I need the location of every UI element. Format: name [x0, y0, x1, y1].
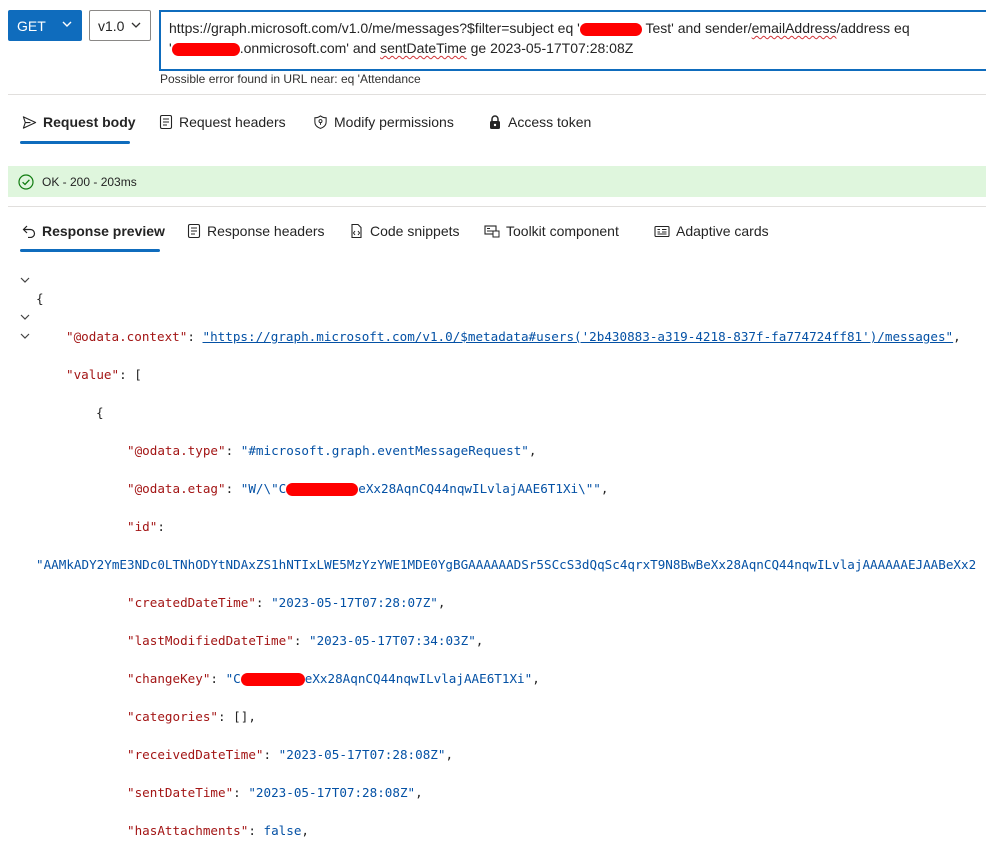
lock-icon [490, 115, 500, 129]
odata-context-link[interactable]: "https://graph.microsoft.com/v1.0/$metad… [203, 329, 954, 344]
redaction-mark [240, 673, 305, 686]
request-tabs: Request body Request headers Modify perm… [22, 107, 598, 137]
active-tab-indicator [20, 249, 160, 252]
tab-access-token[interactable]: Access token [488, 107, 598, 137]
url-line-1: https://graph.microsoft.com/v1.0/me/mess… [169, 20, 910, 36]
json-line: "lastModifiedDateTime": "2023-05-17T07:3… [127, 633, 484, 648]
document-icon [187, 223, 201, 239]
url-error-message: Possible error found in URL near: eq 'At… [160, 72, 421, 86]
redaction-mark [171, 42, 240, 56]
method-dropdown[interactable]: GET [8, 10, 82, 41]
send-icon [22, 115, 37, 129]
tab-request-headers[interactable]: Request headers [159, 107, 313, 137]
divider [8, 94, 986, 95]
tab-response-headers[interactable]: Response headers [187, 216, 349, 246]
json-line: "@odata.etag": "W/\"C eXx28AqnCQ44nqwILvl… [127, 481, 609, 496]
json-line: "sentDateTime": "2023-05-17T07:28:08Z", [127, 785, 423, 800]
active-tab-indicator [20, 141, 130, 144]
json-line: "id": [127, 519, 165, 534]
divider [8, 206, 986, 207]
tab-response-preview[interactable]: Response preview [22, 216, 187, 246]
version-label: v1.0 [98, 17, 125, 34]
tab-code-snippets[interactable]: Code snippets [349, 216, 484, 246]
redaction-mark [579, 22, 642, 36]
card-icon [654, 225, 670, 237]
check-circle-icon [18, 173, 34, 190]
json-line: "@odata.type": "#microsoft.graph.eventMe… [127, 443, 537, 458]
json-response: { "@odata.context": "https://graph.micro… [36, 270, 976, 859]
json-line: { [36, 291, 44, 306]
tab-modify-permissions[interactable]: Modify permissions [313, 107, 488, 137]
json-line: "createdDateTime": "2023-05-17T07:28:07Z… [127, 595, 446, 610]
version-dropdown[interactable]: v1.0 [89, 10, 151, 41]
url-input[interactable]: https://graph.microsoft.com/v1.0/me/mess… [159, 10, 986, 71]
json-line: "value": [ [66, 367, 142, 382]
chevron-down-icon [131, 22, 141, 28]
collapse-chevron-icon[interactable] [19, 274, 31, 286]
json-line: "changeKey": "C eXx28AqnCQ44nqwILvlajAAE6… [127, 671, 540, 686]
tab-toolkit-component[interactable]: Toolkit component [484, 216, 654, 246]
code-snippet-icon [351, 223, 362, 239]
json-line: "@odata.context": "https://graph.microso… [66, 329, 961, 344]
tab-adaptive-cards[interactable]: Adaptive cards [654, 216, 774, 246]
status-text: OK - 200 - 203ms [42, 174, 137, 189]
redaction-mark [286, 483, 359, 496]
chevron-down-icon [62, 21, 72, 27]
status-bar: OK - 200 - 203ms [8, 166, 986, 197]
tab-request-body[interactable]: Request body [22, 107, 159, 137]
toolkit-icon [484, 225, 500, 238]
json-line: "AAMkADY2YmE3NDc0LTNhODYtNDAxZS1hNTIxLWE… [36, 557, 977, 572]
collapse-chevron-icon[interactable] [19, 311, 31, 323]
url-line-2: ' .onmicrosoft.com' and sentDateTime ge 2… [169, 40, 634, 56]
document-icon [159, 114, 173, 130]
undo-arrow-icon [22, 225, 36, 238]
json-line: "categories": [], [127, 709, 256, 724]
collapse-chevron-icon[interactable] [19, 330, 31, 342]
json-line: { [96, 405, 104, 420]
method-label: GET [17, 17, 46, 34]
json-line: "receivedDateTime": "2023-05-17T07:28:08… [127, 747, 454, 762]
json-line: "hasAttachments": false, [127, 823, 310, 838]
shield-icon [314, 115, 327, 129]
response-tabs: Response preview Response headers Code s… [22, 216, 774, 246]
